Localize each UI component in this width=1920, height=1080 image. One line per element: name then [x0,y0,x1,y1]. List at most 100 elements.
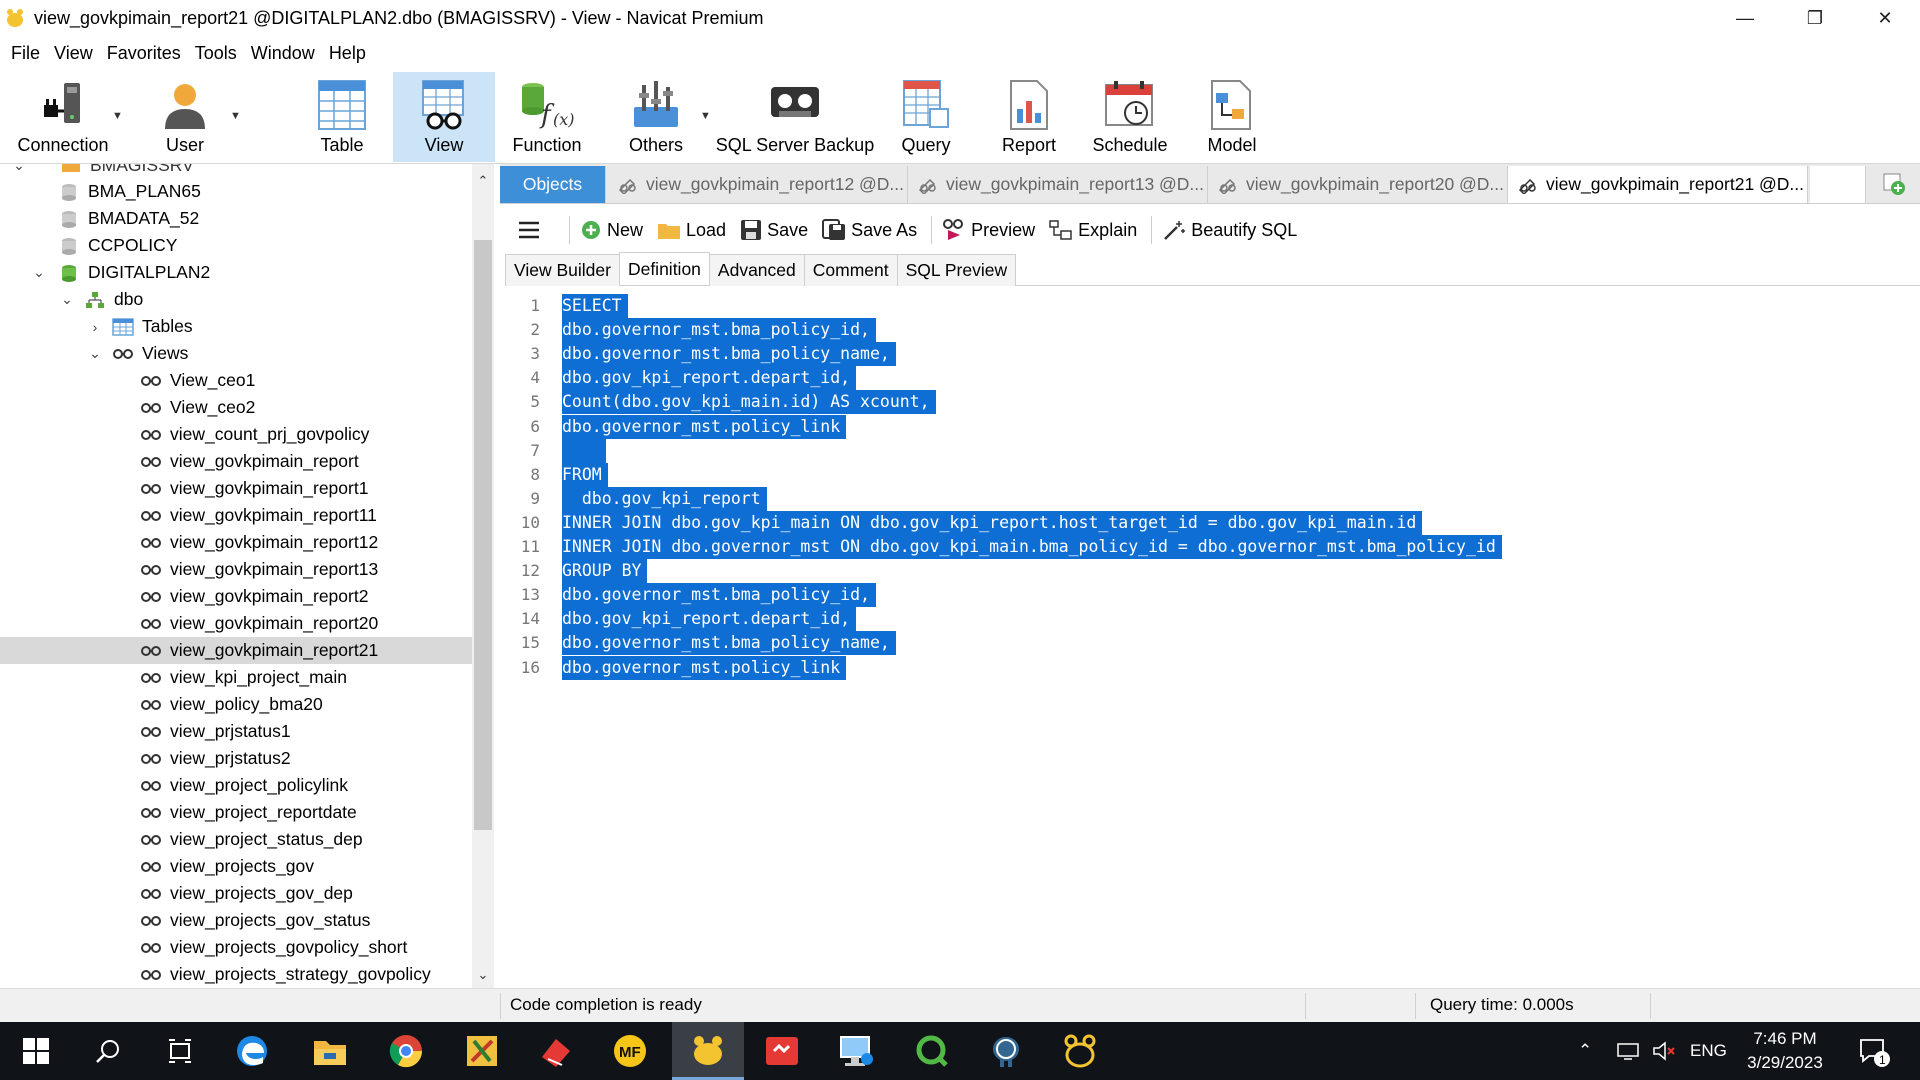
restore-icon[interactable]: ❐ [1780,0,1850,36]
tree-tables-folder[interactable]: › Tables [86,313,193,340]
edge-browser-icon[interactable] [216,1022,288,1080]
others-dropdown-icon[interactable]: ▼ [700,110,711,122]
load-button[interactable]: Load [657,220,726,241]
report-button[interactable]: Report [984,72,1074,162]
qlik-icon[interactable] [896,1022,968,1080]
scroll-up-icon[interactable]: ⌃ [472,170,494,192]
menu-help[interactable]: Help [322,43,373,64]
tree-view-item[interactable]: view_govkpimain_report11 [140,502,377,529]
sql-code-text[interactable]: FROM [562,462,608,487]
tree-view-item[interactable]: view_projects_strategy_govpolicy [140,961,431,988]
beautify-sql-button[interactable]: Beautify SQL [1162,219,1297,241]
task-view-icon[interactable] [144,1022,216,1080]
tab-empty[interactable] [1810,166,1866,203]
sql-code-text[interactable]: INNER JOIN dbo.governor_mst ON dbo.gov_k… [562,535,1502,559]
tree-view-item[interactable]: view_policy_bma20 [140,691,323,718]
tree-view-item[interactable]: view_govkpimain_report21 [0,637,472,664]
tab-view-report21[interactable]: view_govkpimain_report21 @D... [1508,166,1808,203]
sql-code-text[interactable]: dbo.governor_mst.bma_policy_id, [562,318,876,343]
tree-view-item[interactable]: view_projects_gov [140,853,314,880]
tree-view-item[interactable]: view_project_policylink [140,772,348,799]
model-button[interactable]: Model [1186,72,1278,162]
sql-code-text[interactable]: dbo.governor_mst.bma_policy_id, [562,583,876,608]
sql-code-text[interactable] [562,438,606,463]
postgres-icon[interactable] [970,1022,1042,1080]
hamburger-menu-icon[interactable] [518,220,545,240]
collapse-icon[interactable]: ⌄ [10,164,28,174]
tree-view-item[interactable]: view_govkpimain_report2 [140,583,368,610]
tab-objects[interactable]: Objects [500,166,606,203]
schedule-button[interactable]: Schedule [1082,72,1178,162]
connection-button[interactable]: Connection [8,72,118,162]
tree-view-item[interactable]: view_govkpimain_report [140,448,359,475]
tree-view-item[interactable]: view_prjstatus1 [140,718,291,745]
save-button[interactable]: Save [740,219,808,241]
menu-tools[interactable]: Tools [188,43,244,64]
mf-app-icon[interactable]: MF [594,1022,666,1080]
menu-file[interactable]: File [4,43,47,64]
user-button[interactable]: User [140,72,230,162]
navicat-taskbar-icon[interactable] [672,1022,744,1080]
sql-code-text[interactable]: dbo.gov_kpi_report.depart_id, [562,366,857,391]
menu-favorites[interactable]: Favorites [100,43,188,64]
collapsed-chevron-icon[interactable]: › [86,319,104,335]
sql-code-text[interactable]: INNER JOIN dbo.gov_kpi_main ON dbo.gov_k… [562,510,1423,535]
sql-code-text[interactable]: dbo.governor_mst.policy_link [562,655,847,680]
tree-views-folder[interactable]: ⌄ Views [86,340,188,367]
view-button[interactable]: View [393,72,495,162]
connection-dropdown-icon[interactable]: ▼ [112,110,123,122]
sql-code-text[interactable]: Count(dbo.gov_kpi_main.id) AS xcount, [562,390,936,415]
user-dropdown-icon[interactable]: ▼ [230,110,241,122]
network-icon[interactable] [1616,1022,1640,1080]
sql-code-text[interactable]: dbo.governor_mst.bma_policy_name, [562,342,896,367]
volume-muted-icon[interactable] [1652,1022,1678,1080]
others-button[interactable]: Others [610,72,702,162]
tree-db-bma-plan65[interactable]: BMA_PLAN65 [58,178,201,205]
sql-code-text[interactable]: dbo.gov_kpi_report [562,486,767,511]
explain-button[interactable]: Explain [1049,219,1137,241]
remote-desktop-icon[interactable] [820,1022,892,1080]
search-icon[interactable] [72,1022,144,1080]
tree-view-item[interactable]: view_projects_gov_status [140,907,370,934]
tab-view-report20[interactable]: view_govkpimain_report20 @D... [1208,166,1508,203]
git-app-icon[interactable] [746,1022,818,1080]
expanded-chevron-icon[interactable]: ⌄ [58,291,76,308]
tree-server-partial[interactable]: ⌄ BMAGISSRV [10,164,194,179]
tab-definition[interactable]: Definition [618,252,710,285]
file-explorer-icon[interactable] [294,1022,366,1080]
tree-db-bmadata-52[interactable]: BMADATA_52 [58,205,199,232]
tab-view-report13[interactable]: view_govkpimain_report13 @D... [908,166,1208,203]
tree-view-item[interactable]: view_count_prj_govpolicy [140,421,369,448]
navicat-alt-icon[interactable] [1044,1022,1116,1080]
new-button[interactable]: New [580,219,643,241]
tab-sql-preview[interactable]: SQL Preview [896,254,1017,286]
tab-comment[interactable]: Comment [803,254,898,286]
preview-button[interactable]: Preview [942,219,1035,241]
save-as-button[interactable]: Save As [822,219,917,241]
tree-view-item[interactable]: View_ceo1 [140,367,255,394]
query-button[interactable]: Query [880,72,972,162]
start-button[interactable] [0,1022,72,1080]
scroll-down-icon[interactable]: ⌄ [472,964,494,986]
minimize-icon[interactable]: — [1710,0,1780,36]
scrollbar-thumb[interactable] [474,240,492,830]
sql-code-text[interactable]: SELECT [562,294,628,318]
table-button[interactable]: Table [290,72,394,162]
sql-editor[interactable]: 1 SELECT 2 dbo.governor_mst.bma_policy_id, 3… [500,290,1920,988]
tree-view-item[interactable]: view_projects_gov_dep [140,880,353,907]
tree-view-item[interactable]: View_ceo2 [140,394,255,421]
tree-view-item[interactable]: view_project_reportdate [140,799,357,826]
tab-advanced[interactable]: Advanced [708,254,805,286]
tools-app-icon[interactable] [446,1022,518,1080]
tree-db-ccpolicy[interactable]: CCPOLICY [58,232,177,259]
function-button[interactable]: f (x) Function [500,72,594,162]
tree-view-item[interactable]: view_govkpimain_report12 [140,529,378,556]
chrome-icon[interactable] [370,1022,442,1080]
tab-view-builder[interactable]: View Builder [505,254,620,286]
taskbar-clock[interactable]: 7:46 PM 3/29/2023 [1720,1027,1850,1075]
tab-view-report12[interactable]: view_govkpimain_report12 @D... [608,166,908,203]
sql-code-text[interactable]: GROUP BY [562,559,648,584]
expanded-chevron-icon[interactable]: ⌄ [30,264,48,281]
tree-view-item[interactable]: view_kpi_project_main [140,664,347,691]
tray-overflow-icon[interactable]: ⌃ [1578,1022,1592,1080]
